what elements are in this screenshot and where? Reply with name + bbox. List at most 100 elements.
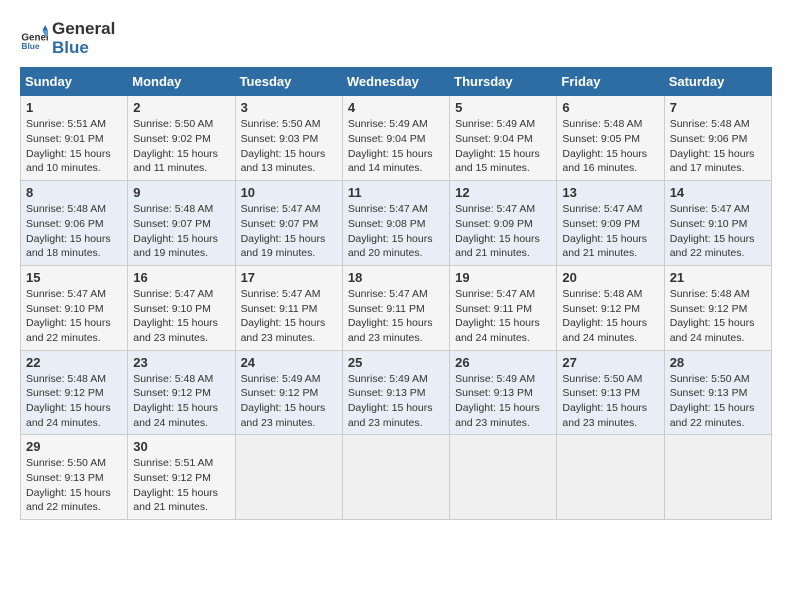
day-number: 18	[348, 270, 444, 285]
calendar-cell: 30 Sunrise: 5:51 AMSunset: 9:12 PMDayligh…	[128, 435, 235, 520]
day-info: Sunrise: 5:48 AMSunset: 9:07 PMDaylight:…	[133, 202, 229, 261]
calendar-day-header: Tuesday	[235, 68, 342, 96]
logo-icon: General Blue	[20, 25, 48, 53]
day-number: 24	[241, 355, 337, 370]
calendar-cell: 29Sunrise: 5:50 AMSunset: 9:13 PMDayligh…	[21, 435, 128, 520]
day-number: 7	[670, 100, 766, 115]
calendar-header-row: SundayMondayTuesdayWednesdayThursdayFrid…	[21, 68, 772, 96]
day-info: Sunrise: 5:47 AMSunset: 9:08 PMDaylight:…	[348, 202, 444, 261]
day-info: Sunrise: 5:47 AMSunset: 9:07 PMDaylight:…	[241, 202, 337, 261]
calendar-cell	[342, 435, 449, 520]
calendar-cell: 15 Sunrise: 5:47 AMSunset: 9:10 PMDayligh…	[21, 265, 128, 350]
day-info: Sunrise: 5:48 AMSunset: 9:12 PMDaylight:…	[26, 372, 122, 431]
day-number: 11	[348, 185, 444, 200]
day-info: Sunrise: 5:48 AMSunset: 9:12 PMDaylight:…	[133, 372, 229, 431]
calendar-week-row: 1 Sunrise: 5:51 AMSunset: 9:01 PMDaylight…	[21, 96, 772, 181]
calendar-cell	[664, 435, 771, 520]
day-number: 10	[241, 185, 337, 200]
calendar-cell: 27 Sunrise: 5:50 AMSunset: 9:13 PMDayligh…	[557, 350, 664, 435]
calendar-week-row: 15 Sunrise: 5:47 AMSunset: 9:10 PMDayligh…	[21, 265, 772, 350]
day-info: Sunrise: 5:47 AMSunset: 9:09 PMDaylight:…	[562, 202, 658, 261]
day-info: Sunrise: 5:47 AMSunset: 9:11 PMDaylight:…	[241, 287, 337, 346]
day-number: 12	[455, 185, 551, 200]
calendar-cell: 3 Sunrise: 5:50 AMSunset: 9:03 PMDaylight…	[235, 96, 342, 181]
calendar-cell: 17 Sunrise: 5:47 AMSunset: 9:11 PMDayligh…	[235, 265, 342, 350]
calendar-cell: 25 Sunrise: 5:49 AMSunset: 9:13 PMDayligh…	[342, 350, 449, 435]
calendar-cell: 6 Sunrise: 5:48 AMSunset: 9:05 PMDaylight…	[557, 96, 664, 181]
calendar-cell: 16Sunrise: 5:47 AMSunset: 9:10 PMDayligh…	[128, 265, 235, 350]
day-info: Sunrise: 5:51 AMSunset: 9:01 PMDaylight:…	[26, 117, 122, 176]
day-info: Sunrise: 5:49 AMSunset: 9:12 PMDaylight:…	[241, 372, 337, 431]
day-number: 17	[241, 270, 337, 285]
day-number: 20	[562, 270, 658, 285]
day-info: Sunrise: 5:47 AMSunset: 9:10 PMDaylight:…	[26, 287, 122, 346]
day-info: Sunrise: 5:47 AMSunset: 9:09 PMDaylight:…	[455, 202, 551, 261]
day-number: 4	[348, 100, 444, 115]
day-number: 19	[455, 270, 551, 285]
day-info: Sunrise: 5:50 AMSunset: 9:13 PMDaylight:…	[670, 372, 766, 431]
day-info: Sunrise: 5:51 AMSunset: 9:12 PMDaylight:…	[133, 456, 229, 515]
calendar-cell: 24 Sunrise: 5:49 AMSunset: 9:12 PMDayligh…	[235, 350, 342, 435]
day-info: Sunrise: 5:48 AMSunset: 9:06 PMDaylight:…	[670, 117, 766, 176]
calendar-cell: 21 Sunrise: 5:48 AMSunset: 9:12 PMDayligh…	[664, 265, 771, 350]
day-number: 22	[26, 355, 122, 370]
day-info: Sunrise: 5:47 AMSunset: 9:11 PMDaylight:…	[455, 287, 551, 346]
calendar-cell: 2 Sunrise: 5:50 AMSunset: 9:02 PMDaylight…	[128, 96, 235, 181]
day-number: 2	[133, 100, 229, 115]
calendar-cell: 11 Sunrise: 5:47 AMSunset: 9:08 PMDayligh…	[342, 181, 449, 266]
day-info: Sunrise: 5:48 AMSunset: 9:12 PMDaylight:…	[670, 287, 766, 346]
calendar-cell	[450, 435, 557, 520]
calendar-cell: 8 Sunrise: 5:48 AMSunset: 9:06 PMDaylight…	[21, 181, 128, 266]
day-info: Sunrise: 5:50 AMSunset: 9:02 PMDaylight:…	[133, 117, 229, 176]
calendar-cell: 26Sunrise: 5:49 AMSunset: 9:13 PMDayligh…	[450, 350, 557, 435]
day-number: 5	[455, 100, 551, 115]
day-info: Sunrise: 5:49 AMSunset: 9:04 PMDaylight:…	[348, 117, 444, 176]
day-number: 13	[562, 185, 658, 200]
day-info: Sunrise: 5:49 AMSunset: 9:13 PMDaylight:…	[455, 372, 551, 431]
day-number: 9	[133, 185, 229, 200]
calendar-day-header: Friday	[557, 68, 664, 96]
day-number: 23	[133, 355, 229, 370]
day-number: 27	[562, 355, 658, 370]
calendar-cell: 5Sunrise: 5:49 AMSunset: 9:04 PMDaylight…	[450, 96, 557, 181]
logo-general: General	[52, 20, 115, 39]
day-info: Sunrise: 5:50 AMSunset: 9:13 PMDaylight:…	[562, 372, 658, 431]
day-number: 21	[670, 270, 766, 285]
calendar-cell: 12 Sunrise: 5:47 AMSunset: 9:09 PMDayligh…	[450, 181, 557, 266]
day-number: 16	[133, 270, 229, 285]
logo: General Blue General Blue	[20, 20, 115, 57]
calendar-cell: 20Sunrise: 5:48 AMSunset: 9:12 PMDayligh…	[557, 265, 664, 350]
calendar-cell: 4 Sunrise: 5:49 AMSunset: 9:04 PMDaylight…	[342, 96, 449, 181]
calendar-week-row: 8 Sunrise: 5:48 AMSunset: 9:06 PMDaylight…	[21, 181, 772, 266]
logo-blue: Blue	[52, 39, 115, 58]
day-info: Sunrise: 5:50 AMSunset: 9:13 PMDaylight:…	[26, 456, 122, 515]
day-info: Sunrise: 5:48 AMSunset: 9:06 PMDaylight:…	[26, 202, 122, 261]
day-number: 30	[133, 439, 229, 454]
day-number: 8	[26, 185, 122, 200]
day-number: 6	[562, 100, 658, 115]
day-number: 1	[26, 100, 122, 115]
day-number: 25	[348, 355, 444, 370]
day-info: Sunrise: 5:47 AMSunset: 9:10 PMDaylight:…	[670, 202, 766, 261]
day-info: Sunrise: 5:47 AMSunset: 9:11 PMDaylight:…	[348, 287, 444, 346]
calendar-cell: 9 Sunrise: 5:48 AMSunset: 9:07 PMDaylight…	[128, 181, 235, 266]
calendar-day-header: Saturday	[664, 68, 771, 96]
day-info: Sunrise: 5:48 AMSunset: 9:05 PMDaylight:…	[562, 117, 658, 176]
calendar-cell: 13 Sunrise: 5:47 AMSunset: 9:09 PMDayligh…	[557, 181, 664, 266]
calendar-week-row: 29Sunrise: 5:50 AMSunset: 9:13 PMDayligh…	[21, 435, 772, 520]
calendar-cell: 1 Sunrise: 5:51 AMSunset: 9:01 PMDaylight…	[21, 96, 128, 181]
day-info: Sunrise: 5:50 AMSunset: 9:03 PMDaylight:…	[241, 117, 337, 176]
day-number: 15	[26, 270, 122, 285]
calendar-cell	[557, 435, 664, 520]
calendar-day-header: Monday	[128, 68, 235, 96]
calendar-day-header: Wednesday	[342, 68, 449, 96]
calendar-day-header: Sunday	[21, 68, 128, 96]
calendar-cell: 18 Sunrise: 5:47 AMSunset: 9:11 PMDayligh…	[342, 265, 449, 350]
day-number: 3	[241, 100, 337, 115]
calendar-cell	[235, 435, 342, 520]
day-info: Sunrise: 5:49 AMSunset: 9:13 PMDaylight:…	[348, 372, 444, 431]
calendar-cell: 19 Sunrise: 5:47 AMSunset: 9:11 PMDayligh…	[450, 265, 557, 350]
calendar-cell: 28 Sunrise: 5:50 AMSunset: 9:13 PMDayligh…	[664, 350, 771, 435]
day-number: 28	[670, 355, 766, 370]
svg-text:Blue: Blue	[21, 40, 39, 50]
